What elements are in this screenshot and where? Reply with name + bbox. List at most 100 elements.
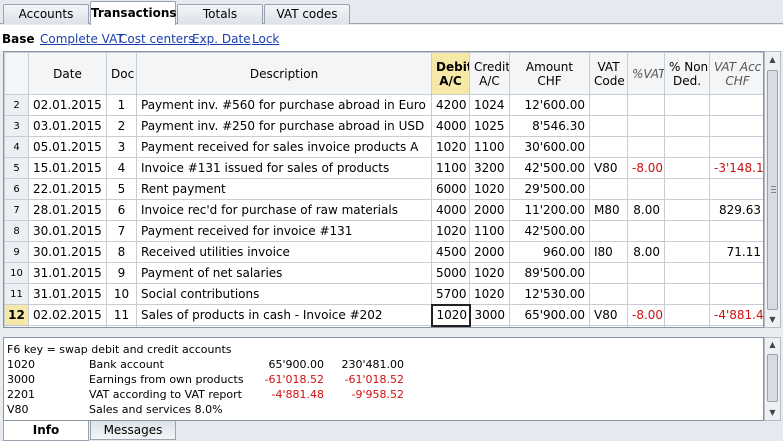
amount-cell[interactable]: 8'546.30 <box>509 115 590 137</box>
pct-vat-cell[interactable] <box>627 178 665 200</box>
doc-cell[interactable]: 11 <box>106 304 137 326</box>
description-cell[interactable]: Payment inv. #250 for purchase abroad in… <box>136 115 432 137</box>
vat-acc-cell[interactable]: -3'148.15 <box>709 157 763 179</box>
description-cell[interactable]: Received utilities invoice <box>136 241 432 263</box>
column-header-doc[interactable]: Doc <box>106 52 137 95</box>
credit-cell[interactable]: 3200 <box>469 157 510 179</box>
vat-code-cell[interactable] <box>589 262 628 284</box>
empty-cell[interactable] <box>509 325 590 327</box>
pct-nonded-cell[interactable] <box>664 283 710 305</box>
table-vertical-scrollbar[interactable]: ▲ ▼ <box>764 51 781 328</box>
column-header-amount[interactable]: Amount CHF <box>509 52 590 95</box>
pct-nonded-cell[interactable] <box>664 136 710 158</box>
column-header-debit[interactable]: Debit A/C <box>431 52 470 95</box>
date-cell[interactable]: 15.01.2015 <box>28 157 107 179</box>
debit-cell[interactable]: 5000 <box>431 262 470 284</box>
table-row[interactable]: 9 30.01.2015 8 Received utilities invoice 45… <box>4 241 763 263</box>
column-header-vat-acc[interactable]: VAT Acc CHF <box>709 52 763 95</box>
table-row[interactable]: 11 31.01.2015 10 Social contributions 5700 10… <box>4 283 763 305</box>
column-header-description[interactable]: Description <box>136 52 432 95</box>
credit-cell[interactable]: 1100 <box>469 220 510 242</box>
vat-code-cell[interactable]: V80 <box>589 157 628 179</box>
empty-cell[interactable] <box>627 325 665 327</box>
table-row[interactable]: 6 22.01.2015 5 Rent payment 6000 1020 29'500.0… <box>4 178 763 200</box>
credit-cell[interactable]: 2000 <box>469 241 510 263</box>
info-scroll-up-arrow-icon[interactable]: ▲ <box>765 338 780 352</box>
row-number[interactable]: 4 <box>4 136 29 158</box>
row-number[interactable]: 8 <box>4 220 29 242</box>
table-row[interactable]: 2 02.01.2015 1 Payment inv. #560 for purcha… <box>4 94 763 116</box>
row-number[interactable]: 2 <box>4 94 29 116</box>
doc-cell[interactable]: 3 <box>106 136 137 158</box>
row-number[interactable]: 6 <box>4 178 29 200</box>
pct-vat-cell[interactable] <box>627 115 665 137</box>
view-exp-date-link[interactable]: Exp. Date <box>192 32 251 46</box>
corner-cell[interactable] <box>4 52 29 95</box>
date-cell[interactable]: 05.01.2015 <box>28 136 107 158</box>
debit-cell[interactable]: 6000 <box>431 178 470 200</box>
date-cell[interactable]: 31.01.2015 <box>28 283 107 305</box>
credit-cell[interactable]: 1020 <box>469 262 510 284</box>
date-cell[interactable]: 03.01.2015 <box>28 115 107 137</box>
date-cell[interactable]: 02.01.2015 <box>28 94 107 116</box>
table-row[interactable]: 12 02.02.2015 11 Sales of products in cash … <box>4 303 763 327</box>
pct-nonded-cell[interactable] <box>664 262 710 284</box>
vat-code-cell[interactable]: V80 <box>589 304 628 326</box>
vat-acc-cell[interactable] <box>709 178 763 200</box>
empty-cell[interactable] <box>431 325 470 327</box>
doc-cell[interactable]: 5 <box>106 178 137 200</box>
empty-row[interactable] <box>4 325 763 327</box>
column-header-credit[interactable]: Credit A/C <box>469 52 510 95</box>
debit-cell[interactable]: 4000 <box>431 115 470 137</box>
scroll-thumb[interactable] <box>767 70 778 310</box>
amount-cell[interactable]: 12'530.00 <box>509 283 590 305</box>
tab-info[interactable]: Info <box>3 421 89 441</box>
description-cell[interactable]: Sales of products in cash - Invoice #202 <box>136 304 432 326</box>
empty-cell[interactable] <box>664 325 710 327</box>
tab-totals[interactable]: Totals <box>177 4 263 24</box>
table-row[interactable]: 4 05.01.2015 3 Payment received for sales i… <box>4 136 763 158</box>
vat-code-cell[interactable] <box>589 136 628 158</box>
info-vertical-scrollbar[interactable]: ▲ ▼ <box>764 337 781 421</box>
description-cell[interactable]: Payment of net salaries <box>136 262 432 284</box>
date-cell[interactable]: 30.01.2015 <box>28 241 107 263</box>
view-cost-centers-link[interactable]: Cost centers <box>119 32 194 46</box>
row-number[interactable]: 11 <box>4 283 29 305</box>
description-cell[interactable]: Payment received for sales invoice produ… <box>136 136 432 158</box>
table-row[interactable]: 7 28.01.2015 6 Invoice rec'd for purchase o… <box>4 199 763 221</box>
pct-nonded-cell[interactable] <box>664 304 710 326</box>
doc-cell[interactable]: 9 <box>106 262 137 284</box>
doc-cell[interactable]: 8 <box>106 241 137 263</box>
pct-nonded-cell[interactable] <box>664 220 710 242</box>
empty-cell[interactable] <box>589 325 628 327</box>
pct-nonded-cell[interactable] <box>664 199 710 221</box>
row-number[interactable]: 7 <box>4 199 29 221</box>
debit-cell[interactable]: 4000 <box>431 199 470 221</box>
scroll-up-arrow-icon[interactable]: ▲ <box>765 52 780 67</box>
scroll-down-arrow-icon[interactable]: ▼ <box>765 312 780 327</box>
empty-cell[interactable] <box>469 325 510 327</box>
row-number[interactable]: 5 <box>4 157 29 179</box>
pct-vat-cell[interactable] <box>627 220 665 242</box>
empty-cell[interactable] <box>709 325 763 327</box>
vat-code-cell[interactable]: M80 <box>589 199 628 221</box>
column-header-vat-code[interactable]: VAT Code <box>589 52 628 95</box>
vat-acc-cell[interactable] <box>709 220 763 242</box>
vat-code-cell[interactable] <box>589 94 628 116</box>
amount-cell[interactable]: 960.00 <box>509 241 590 263</box>
description-cell[interactable]: Rent payment <box>136 178 432 200</box>
table-row[interactable]: 10 31.01.2015 9 Payment of net salaries 5000… <box>4 262 763 284</box>
column-header-date[interactable]: Date <box>28 52 107 95</box>
info-scroll-down-arrow-icon[interactable]: ▼ <box>765 406 780 420</box>
debit-cell[interactable]: 4200 <box>431 94 470 116</box>
date-cell[interactable]: 22.01.2015 <box>28 178 107 200</box>
pct-vat-cell[interactable] <box>627 136 665 158</box>
amount-cell[interactable]: 12'600.00 <box>509 94 590 116</box>
vat-code-cell[interactable] <box>589 283 628 305</box>
doc-cell[interactable]: 7 <box>106 220 137 242</box>
table-row[interactable]: 8 30.01.2015 7 Payment received for invoice… <box>4 220 763 242</box>
row-number[interactable]: 3 <box>4 115 29 137</box>
date-cell[interactable]: 02.02.2015 <box>28 304 107 326</box>
credit-cell[interactable]: 3000 <box>469 304 510 326</box>
debit-cell[interactable]: 4500 <box>431 241 470 263</box>
